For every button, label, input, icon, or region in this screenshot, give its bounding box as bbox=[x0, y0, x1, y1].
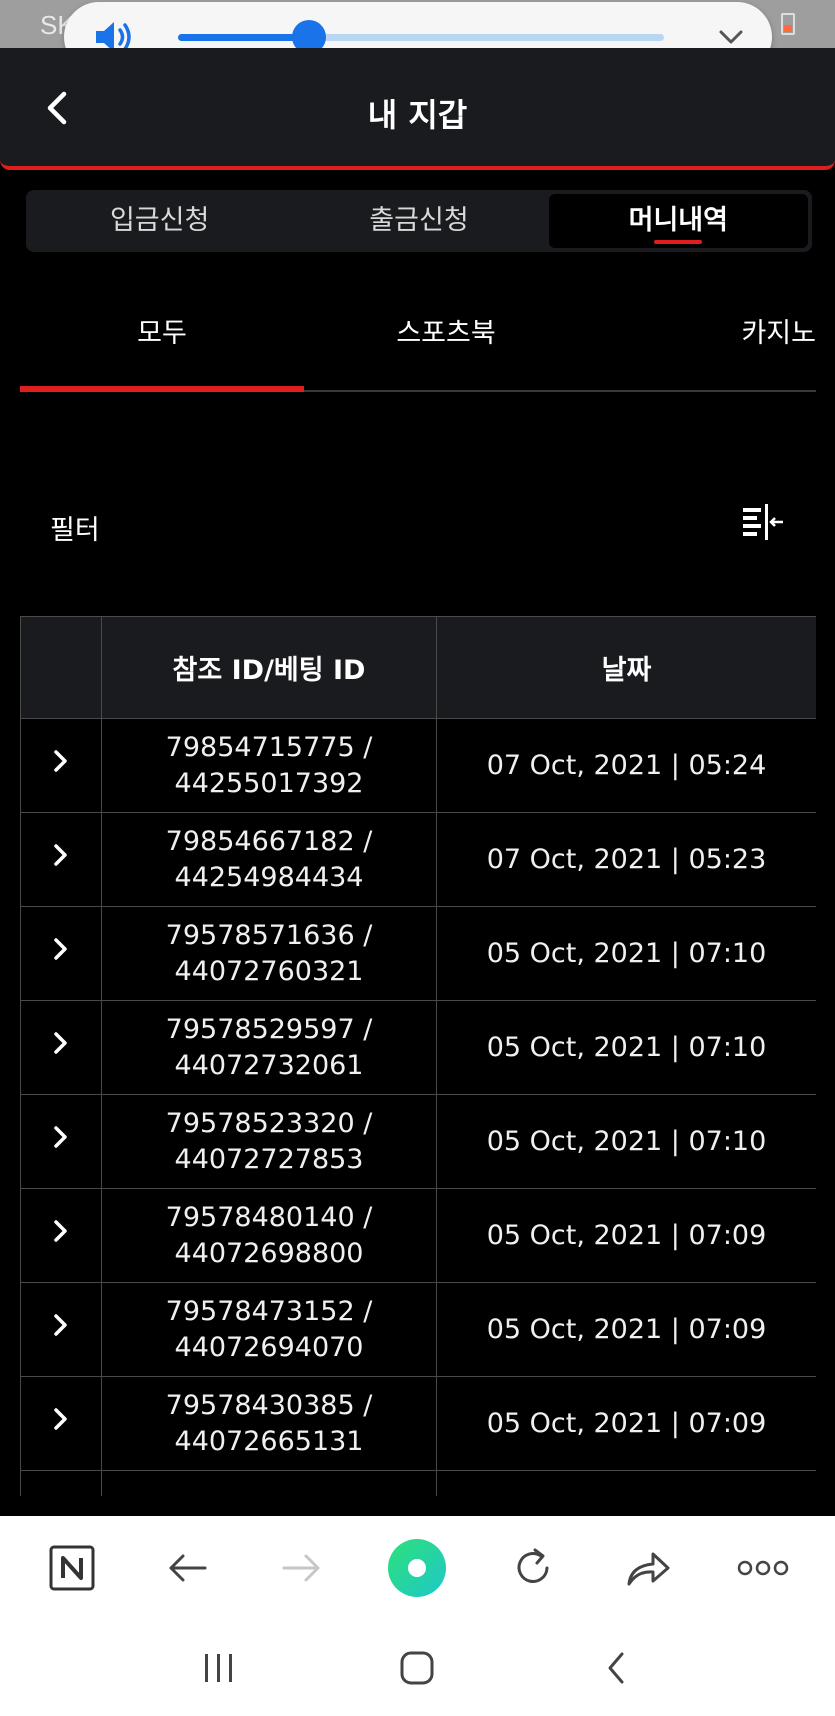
ref-id: 79578571636 / bbox=[165, 919, 373, 951]
bet-id: 44255017392 bbox=[174, 767, 364, 799]
ref-bet-id-cell: 79854667182 / 44254984434 bbox=[101, 812, 437, 907]
wallet-tabs: 입금신청 출금신청 머니내역 bbox=[26, 190, 812, 252]
chevron-right-icon[interactable] bbox=[50, 1123, 72, 1151]
table-row[interactable]: 79578523320 / 44072727853 05 Oct, 2021 | 0… bbox=[20, 1094, 816, 1189]
chevron-right-icon[interactable] bbox=[50, 1029, 72, 1057]
table-body: 79854715775 / 44255017392 07 Oct, 2021 | 0… bbox=[20, 718, 816, 1496]
ref-bet-id-cell: 79578480140 / 44072698800 bbox=[101, 1188, 437, 1283]
bet-id: 44072760321 bbox=[174, 955, 364, 987]
money-history-table: 참조 ID/베팅 ID 날짜 79854715775 / 44255017392 0… bbox=[20, 616, 816, 1496]
date-cell bbox=[436, 1470, 816, 1496]
table-row[interactable]: 79854715775 / 44255017392 07 Oct, 2021 | 0… bbox=[20, 718, 816, 813]
header-date: 날짜 bbox=[436, 616, 816, 719]
ref-bet-id-cell: 79578571636 / 44072760321 bbox=[101, 906, 437, 1001]
system-nav-bar bbox=[0, 1620, 835, 1716]
tab-withdraw-request[interactable]: 출금신청 bbox=[289, 194, 548, 248]
page-header: 내 지갑 bbox=[0, 48, 835, 170]
browser-toolbar bbox=[0, 1516, 835, 1620]
bet-id: 44072698800 bbox=[174, 1237, 364, 1269]
chevron-right-icon[interactable] bbox=[50, 935, 72, 963]
table-row[interactable]: 79578430385 / 44072665131 05 Oct, 2021 | 0… bbox=[20, 1376, 816, 1471]
naver-home-icon[interactable] bbox=[42, 1538, 102, 1598]
date-cell: 05 Oct, 2021 | 07:10 bbox=[436, 1000, 816, 1095]
ref-id: 79578529597 / bbox=[165, 1013, 373, 1045]
chevron-right-icon[interactable] bbox=[50, 1405, 72, 1433]
home-icon[interactable] bbox=[387, 1638, 447, 1698]
bet-id: 44072732061 bbox=[174, 1049, 364, 1081]
refresh-icon[interactable] bbox=[503, 1538, 563, 1598]
filter-collapse-icon[interactable] bbox=[741, 504, 785, 544]
chevron-right-icon[interactable] bbox=[50, 1311, 72, 1339]
expand-cell[interactable] bbox=[20, 1094, 102, 1189]
expand-cell[interactable] bbox=[20, 1188, 102, 1283]
green-dot-icon[interactable] bbox=[387, 1538, 447, 1598]
more-icon[interactable] bbox=[733, 1538, 793, 1598]
table-row[interactable]: 79578529597 / 44072732061 05 Oct, 2021 | 0… bbox=[20, 1000, 816, 1095]
table-row[interactable]: 79578473152 / 44072694070 05 Oct, 2021 | 0… bbox=[20, 1282, 816, 1377]
ref-id: 79854715775 / bbox=[165, 731, 373, 763]
ref-id: 79578430385 / bbox=[165, 1389, 373, 1421]
ref-id: 79854667182 / bbox=[165, 825, 373, 857]
bet-id: 44072694070 bbox=[174, 1331, 364, 1363]
expand-cell[interactable] bbox=[20, 718, 102, 813]
bet-id: 44072727853 bbox=[174, 1143, 364, 1175]
page-title: 내 지갑 bbox=[367, 96, 468, 134]
table-row[interactable]: 79578480140 / 44072698800 05 Oct, 2021 | 0… bbox=[20, 1188, 816, 1283]
table-row[interactable]: 79854667182 / 44254984434 07 Oct, 2021 | 0… bbox=[20, 812, 816, 907]
date-cell: 05 Oct, 2021 | 07:10 bbox=[436, 1094, 816, 1189]
date-cell: 05 Oct, 2021 | 07:09 bbox=[436, 1376, 816, 1471]
bet-id: 44254984434 bbox=[174, 861, 364, 893]
ref-bet-id-cell: 79578473152 / 44072694070 bbox=[101, 1282, 437, 1377]
recent-apps-icon[interactable] bbox=[189, 1638, 249, 1698]
expand-cell[interactable] bbox=[20, 1000, 102, 1095]
tab-casino[interactable]: 카지노 bbox=[588, 296, 816, 390]
date-cell: 05 Oct, 2021 | 07:09 bbox=[436, 1282, 816, 1377]
chevron-right-icon[interactable] bbox=[50, 1217, 72, 1245]
header-expand bbox=[20, 616, 102, 719]
tab-money-history[interactable]: 머니내역 bbox=[548, 194, 808, 248]
date-cell: 07 Oct, 2021 | 05:23 bbox=[436, 812, 816, 907]
back-arrow-icon[interactable] bbox=[157, 1538, 217, 1598]
ref-bet-id-cell: 79341000800 / bbox=[101, 1470, 437, 1496]
ref-bet-id-cell: 79578523320 / 44072727853 bbox=[101, 1094, 437, 1189]
table-header-row: 참조 ID/베팅 ID 날짜 bbox=[20, 616, 816, 719]
forward-arrow-icon[interactable] bbox=[272, 1538, 332, 1598]
table-row[interactable]: 79341000800 / bbox=[20, 1470, 816, 1496]
date-cell: 05 Oct, 2021 | 07:10 bbox=[436, 906, 816, 1001]
expand-cell[interactable] bbox=[20, 812, 102, 907]
date-cell: 07 Oct, 2021 | 05:24 bbox=[436, 718, 816, 813]
ref-bet-id-cell: 79854715775 / 44255017392 bbox=[101, 718, 437, 813]
ref-bet-id-cell: 79578430385 / 44072665131 bbox=[101, 1376, 437, 1471]
bet-id: 44072665131 bbox=[174, 1425, 364, 1457]
chevron-right-icon[interactable] bbox=[50, 747, 72, 775]
date-cell: 05 Oct, 2021 | 07:09 bbox=[436, 1188, 816, 1283]
share-icon[interactable] bbox=[618, 1538, 678, 1598]
battery-icon bbox=[781, 13, 795, 35]
chevron-right-icon[interactable] bbox=[50, 841, 72, 869]
ref-id: 79578480140 / bbox=[165, 1201, 373, 1233]
ref-bet-id-cell: 79578529597 / 44072732061 bbox=[101, 1000, 437, 1095]
table-row[interactable]: 79578571636 / 44072760321 05 Oct, 2021 | 0… bbox=[20, 906, 816, 1001]
back-icon[interactable] bbox=[586, 1638, 646, 1698]
volume-slider-fill bbox=[178, 34, 310, 41]
expand-cell[interactable] bbox=[20, 906, 102, 1001]
expand-cell[interactable] bbox=[20, 1376, 102, 1471]
volume-slider[interactable] bbox=[178, 20, 664, 54]
expand-cell[interactable] bbox=[20, 1470, 102, 1496]
ref-id: 79578523320 / bbox=[165, 1107, 373, 1139]
tab-all[interactable]: 모두 bbox=[20, 296, 304, 392]
tab-sportsbook[interactable]: 스포츠북 bbox=[304, 296, 588, 390]
header-ref-bet-id: 참조 ID/베팅 ID bbox=[101, 616, 437, 719]
ref-id: 79578473152 / bbox=[165, 1295, 373, 1327]
category-tabs: 모두 스포츠북 카지노 bbox=[20, 296, 816, 392]
tab-deposit-request[interactable]: 입금신청 bbox=[30, 194, 289, 248]
expand-cell[interactable] bbox=[20, 1282, 102, 1377]
filter-label[interactable]: 필터 bbox=[50, 508, 100, 547]
